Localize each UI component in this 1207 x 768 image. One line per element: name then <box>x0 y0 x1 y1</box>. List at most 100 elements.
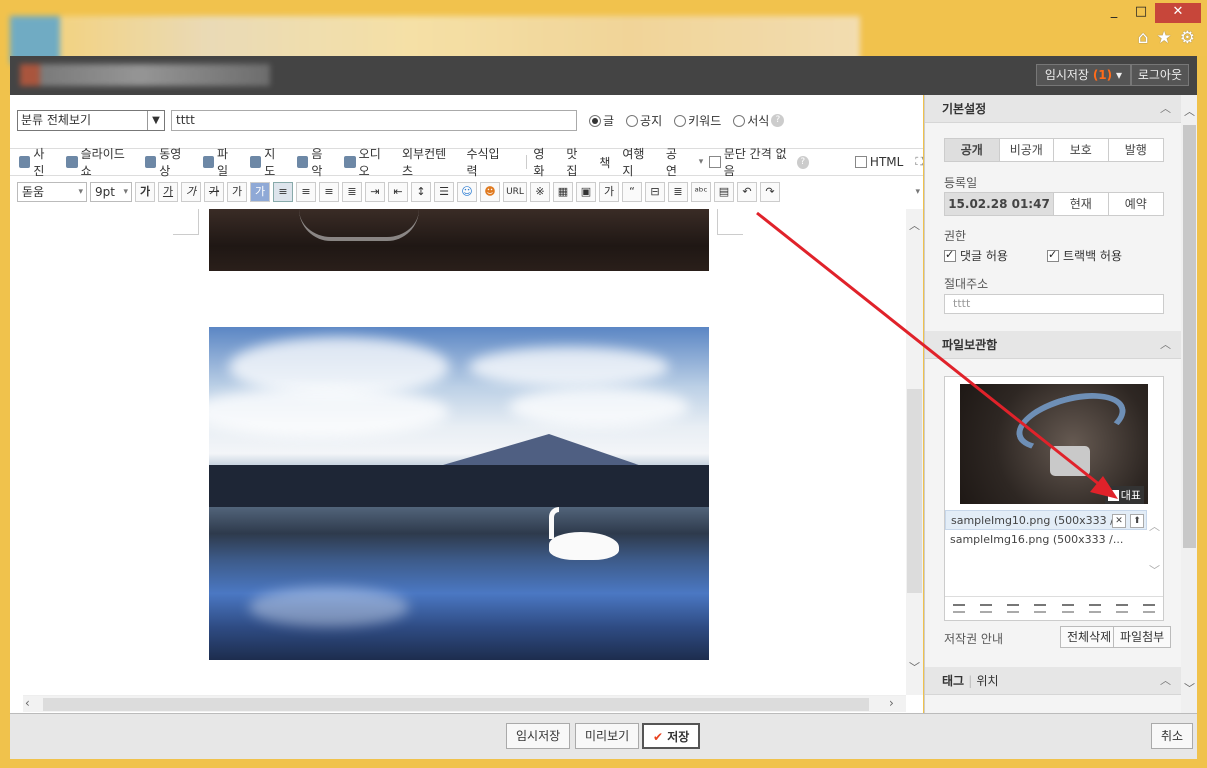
list-button[interactable]: ☰ <box>434 182 454 202</box>
scroll-up-icon[interactable]: ︿ <box>1184 103 1195 119</box>
panel-scrollbar[interactable]: ︿ ﹀ <box>1181 95 1197 713</box>
delete-file-icon[interactable]: ✕ <box>1112 514 1126 528</box>
font-family-select[interactable]: 돋움 <box>17 182 87 202</box>
visibility-protected[interactable]: 보호 <box>1054 139 1109 161</box>
three-column-icon[interactable] <box>1088 604 1101 613</box>
spellcheck-button[interactable]: ᵃᵇᶜ <box>691 182 711 202</box>
audio-icon[interactable] <box>1143 604 1156 613</box>
table-button[interactable]: ▦ <box>553 182 573 202</box>
align-full-icon[interactable] <box>1034 604 1047 613</box>
title-input[interactable]: tttt <box>171 110 577 131</box>
delete-all-button[interactable]: 전체삭제 <box>1060 626 1119 648</box>
permalink-input[interactable]: tttt <box>944 294 1164 314</box>
insert-movie-button[interactable]: 영화 <box>533 145 560 179</box>
quote-button[interactable]: “ <box>622 182 642 202</box>
insert-travel-button[interactable]: 여행지 <box>622 145 659 179</box>
date-reserve-button[interactable]: 예약 <box>1109 193 1164 215</box>
insert-slideshow-button[interactable]: 슬라이드쇼 <box>66 145 139 179</box>
scroll-down-icon[interactable]: ﹀ <box>906 659 923 675</box>
visibility-private[interactable]: 비공개 <box>1000 139 1054 161</box>
scrollbar-thumb[interactable] <box>43 698 869 711</box>
save-button[interactable]: ✔ 저장 <box>642 723 701 749</box>
link-button[interactable]: URL <box>503 182 527 202</box>
indent-button[interactable]: ⇥ <box>365 182 385 202</box>
editor-vertical-scrollbar[interactable]: ︿ ﹀ <box>906 209 923 695</box>
insert-restaurant-button[interactable]: 맛집 <box>566 145 593 179</box>
align-left-button[interactable]: ≡ <box>273 182 293 202</box>
divider-line-button[interactable]: ⊟ <box>645 182 665 202</box>
maximize-button[interactable]: □ <box>1128 3 1154 23</box>
insert-video-button[interactable]: 동영상 <box>144 145 197 179</box>
insert-map-button[interactable]: 지도 <box>249 145 291 179</box>
cancel-button[interactable]: 취소 <box>1151 723 1194 749</box>
minimize-button[interactable]: _ <box>1101 3 1127 23</box>
inserted-image-swan-lake[interactable] <box>209 327 709 660</box>
strikethrough-button[interactable]: 가 <box>204 182 224 202</box>
insert-book-button[interactable]: 책 <box>599 154 616 171</box>
representative-checkbox[interactable]: 대표 <box>1104 486 1144 504</box>
star-icon[interactable]: ★ <box>1157 28 1172 48</box>
collapse-icon[interactable]: ︿ <box>1160 331 1171 359</box>
visibility-publish[interactable]: 발행 <box>1109 139 1164 161</box>
close-button[interactable]: ✕ <box>1155 3 1201 23</box>
sticker-button[interactable]: ☻ <box>480 182 500 202</box>
allow-comments-checkbox[interactable]: 댓글 허용 <box>944 247 1008 264</box>
insert-formula-button[interactable]: 수식입력 <box>466 145 514 179</box>
italic-button[interactable]: 가 <box>181 182 201 202</box>
preview-button[interactable]: 미리보기 <box>575 723 640 749</box>
file-list-scrollbar[interactable]: ︿ ﹀ <box>1146 510 1163 596</box>
align-left-icon[interactable] <box>952 604 965 613</box>
date-value[interactable]: 15.02.28 01:47 <box>945 193 1054 215</box>
redo-button[interactable]: ↷ <box>760 182 780 202</box>
align-center-icon[interactable] <box>979 604 992 613</box>
align-right-button[interactable]: ≡ <box>319 182 339 202</box>
help-icon[interactable]: ? <box>771 114 785 127</box>
two-column-icon[interactable] <box>1061 604 1074 613</box>
save-icon[interactable]: ▤ <box>714 182 734 202</box>
underline-button[interactable]: 가 <box>158 182 178 202</box>
date-now-button[interactable]: 현재 <box>1054 193 1109 215</box>
draft-list-button[interactable]: 임시저장 (1) ▾ <box>1035 64 1131 86</box>
type-radio-notice[interactable]: 공지 <box>626 112 662 129</box>
chevron-down-icon[interactable]: ▾ <box>699 157 704 167</box>
category-select[interactable]: 분류 전체보기 ▼ <box>17 110 165 131</box>
file-thumbnail[interactable]: 대표 <box>960 384 1148 504</box>
bold-button[interactable]: 가 <box>135 182 155 202</box>
type-radio-keyword[interactable]: 키워드 <box>674 112 721 129</box>
align-center-button[interactable]: ≡ <box>296 182 316 202</box>
toolbar-collapse-icon[interactable]: ▾ <box>915 187 920 197</box>
gear-icon[interactable]: ⚙ <box>1180 28 1195 48</box>
tag-tab[interactable]: 태그 <box>942 674 964 688</box>
text-box-button[interactable]: 가 <box>599 182 619 202</box>
outdent-button[interactable]: ⇤ <box>388 182 408 202</box>
file-box-header[interactable]: 파일보관함 ︿ <box>925 331 1181 359</box>
text-color-button[interactable]: 가 <box>227 182 247 202</box>
home-icon[interactable]: ⌂ <box>1138 28 1149 48</box>
scroll-down-icon[interactable]: ﹀ <box>1184 680 1195 696</box>
align-justify-button[interactable]: ≣ <box>342 182 362 202</box>
emoticon-button[interactable]: ☺ <box>457 182 477 202</box>
draft-save-button[interactable]: 임시저장 <box>506 723 571 749</box>
slideshow-icon[interactable] <box>1116 604 1129 613</box>
insert-music-button[interactable]: 음악 <box>297 145 338 179</box>
special-char-button[interactable]: ※ <box>530 182 550 202</box>
collapse-icon[interactable]: ︿ <box>1160 667 1171 695</box>
visibility-public[interactable]: 공개 <box>945 139 1000 161</box>
scrollbar-thumb[interactable] <box>1183 125 1196 548</box>
file-item[interactable]: sampleImg10.png (500x333 /... ✕ ⬆ <box>945 510 1147 530</box>
box-button[interactable]: ▣ <box>576 182 596 202</box>
font-size-select[interactable]: 9pt <box>90 182 132 202</box>
undo-button[interactable]: ↶ <box>737 182 757 202</box>
insert-performance-button[interactable]: 공연 <box>666 145 693 179</box>
type-radio-template[interactable]: 서식 ? <box>733 112 785 129</box>
scroll-left-icon[interactable]: ‹ <box>25 696 30 710</box>
insert-audio-button[interactable]: 오디오 <box>344 145 396 179</box>
inserted-image-camera[interactable] <box>209 209 709 271</box>
basic-settings-header[interactable]: 기본설정 ︿ <box>925 95 1181 123</box>
insert-external-content-button[interactable]: 외부컨텐츠 <box>402 145 460 179</box>
insert-photo-button[interactable]: 사진 <box>19 145 60 179</box>
collapse-icon[interactable]: ︿ <box>1160 95 1171 123</box>
insert-file-icon[interactable]: ⬆ <box>1130 514 1144 528</box>
editor-horizontal-scrollbar[interactable]: ‹ › <box>23 695 906 712</box>
paragraph-spacing-toggle[interactable]: 문단 간격 없음? <box>709 145 815 179</box>
